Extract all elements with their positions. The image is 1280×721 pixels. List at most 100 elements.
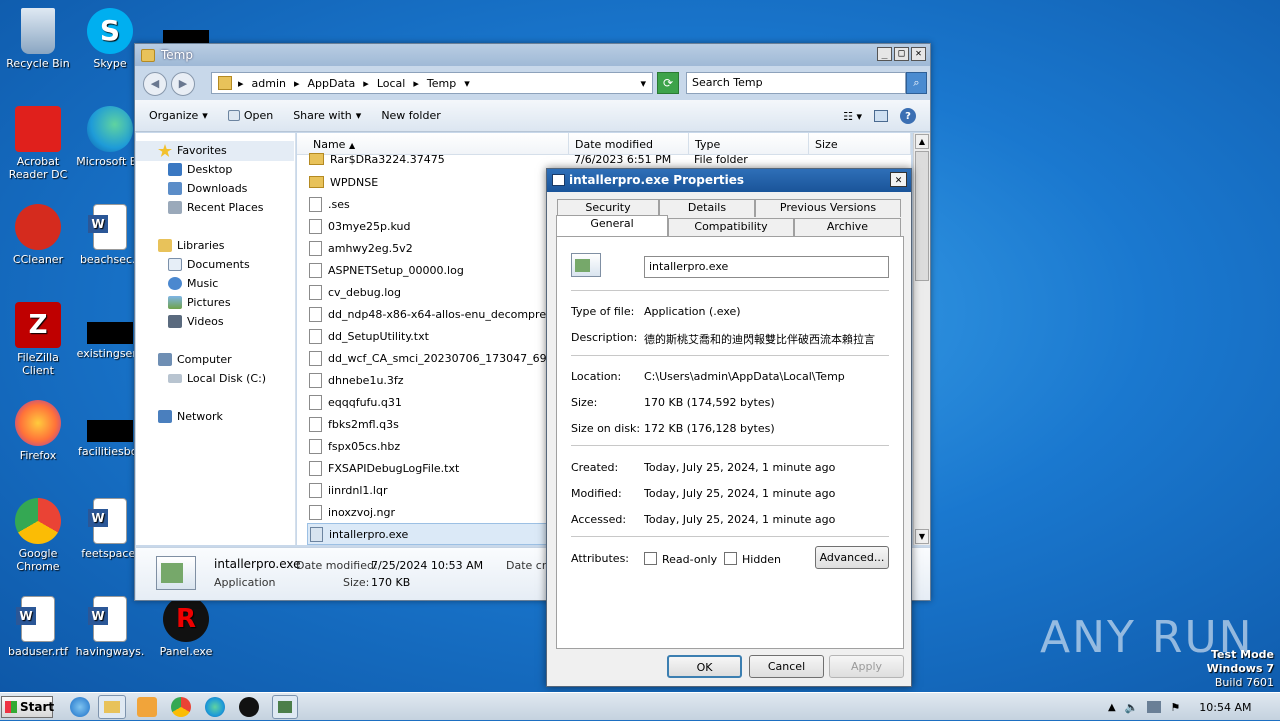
nav-network[interactable]: Network bbox=[158, 410, 223, 423]
address-bar[interactable]: ▸ admin ▸ AppData ▸ Local ▸ Temp ▾ ▾ bbox=[211, 72, 653, 94]
new-folder-button[interactable]: New folder bbox=[381, 109, 440, 122]
edge-icon[interactable] bbox=[205, 697, 225, 717]
media-player-icon[interactable] bbox=[137, 697, 157, 717]
file-row[interactable]: amhwy2eg.5v2 bbox=[309, 237, 413, 259]
preview-pane-icon[interactable] bbox=[874, 110, 888, 122]
chrome-icon[interactable] bbox=[171, 697, 191, 717]
desktop-icon-panel-exe[interactable]: R Panel.exe bbox=[148, 596, 224, 658]
desktop-icon-recycle-bin[interactable]: Recycle Bin bbox=[0, 8, 76, 70]
forward-button[interactable]: ▶ bbox=[171, 72, 195, 96]
file-row[interactable]: fbks2mfl.q3s bbox=[309, 413, 399, 435]
scroll-up-icon[interactable]: ▲ bbox=[915, 134, 929, 149]
file-row[interactable]: dd_wcf_CA_smci_20230706_173047_693.txt bbox=[309, 347, 572, 369]
file-row[interactable]: eqqqfufu.q31 bbox=[309, 391, 402, 413]
speaker-icon[interactable]: 🔈 bbox=[1125, 701, 1139, 714]
tray-expand-icon[interactable]: ▲ bbox=[1108, 702, 1116, 713]
hidden-checkbox[interactable] bbox=[724, 552, 737, 565]
desktop-icon-baduser[interactable]: W baduser.rtf bbox=[0, 596, 76, 658]
organize-label: Organize bbox=[149, 109, 199, 122]
desktop-icon-havingways[interactable]: W havingways. bbox=[72, 596, 148, 658]
minimize-button[interactable]: _ bbox=[877, 47, 892, 61]
breadcrumb-local[interactable]: Local bbox=[377, 77, 406, 90]
file-icon bbox=[309, 350, 322, 366]
nav-desktop[interactable]: Desktop bbox=[168, 163, 232, 176]
file-row[interactable]: 03mye25p.kud bbox=[309, 215, 410, 237]
properties-taskbar-button[interactable] bbox=[272, 695, 298, 719]
file-row[interactable]: Rar$DRa3224.37475 7/6/2023 6:51 PM File … bbox=[309, 151, 748, 167]
nav-computer[interactable]: Computer bbox=[158, 353, 232, 366]
organize-button[interactable]: Organize ▾ bbox=[149, 109, 208, 122]
file-row[interactable]: ASPNETSetup_00000.log bbox=[309, 259, 464, 281]
column-size[interactable]: Size bbox=[809, 133, 911, 155]
breadcrumb-temp[interactable]: Temp bbox=[427, 77, 456, 90]
tab-compatibility[interactable]: Compatibility bbox=[668, 218, 794, 236]
nav-documents[interactable]: Documents bbox=[168, 258, 250, 271]
file-row[interactable]: fspx05cs.hbz bbox=[309, 435, 400, 457]
file-row[interactable]: iinrdnl1.lqr bbox=[309, 479, 387, 501]
clock[interactable]: 10:54 AM bbox=[1199, 701, 1251, 714]
network-tray-icon[interactable] bbox=[1147, 701, 1162, 713]
nav-videos[interactable]: Videos bbox=[168, 315, 224, 328]
details-type: Application bbox=[214, 576, 276, 589]
tab-previous-versions[interactable]: Previous Versions bbox=[755, 199, 901, 217]
share-with-button[interactable]: Share with ▾ bbox=[293, 109, 361, 122]
file-list-scrollbar[interactable]: ▲ ▼ bbox=[913, 133, 930, 545]
panel-exe-icon[interactable] bbox=[239, 697, 259, 717]
file-row[interactable]: WPDNSE bbox=[309, 171, 378, 193]
address-dropdown-icon[interactable]: ▾ bbox=[640, 77, 646, 90]
view-options-icon[interactable]: ☷ ▾ bbox=[843, 110, 862, 123]
tab-general[interactable]: General bbox=[556, 215, 668, 236]
breadcrumb-admin[interactable]: admin bbox=[252, 77, 286, 90]
desktop-icon-chrome[interactable]: Google Chrome bbox=[0, 498, 76, 573]
file-row[interactable]: cv_debug.log bbox=[309, 281, 401, 303]
file-row[interactable]: inoxzvoj.ngr bbox=[309, 501, 395, 523]
desktop-icon-ccleaner[interactable]: CCleaner bbox=[0, 204, 76, 266]
nav-downloads[interactable]: Downloads bbox=[168, 182, 247, 195]
refresh-button[interactable]: ⟳ bbox=[657, 72, 679, 94]
nav-music[interactable]: Music bbox=[168, 277, 218, 290]
file-row[interactable]: dd_ndp48-x86-x64-allos-enu_decompression bbox=[309, 303, 574, 325]
advanced-button[interactable]: Advanced... bbox=[815, 546, 889, 569]
close-button[interactable]: ✕ bbox=[890, 172, 907, 187]
cancel-button[interactable]: Cancel bbox=[749, 655, 824, 678]
tab-details[interactable]: Details bbox=[659, 199, 755, 217]
location-label: Location: bbox=[571, 370, 622, 383]
ie-icon[interactable] bbox=[70, 697, 90, 717]
explorer-taskbar-button[interactable] bbox=[98, 695, 126, 719]
breadcrumb-appdata[interactable]: AppData bbox=[308, 77, 356, 90]
search-input[interactable]: Search Temp bbox=[686, 72, 906, 94]
start-button[interactable]: Start bbox=[1, 696, 54, 718]
nav-local-disk[interactable]: Local Disk (C:) bbox=[168, 372, 266, 385]
back-button[interactable]: ◀ bbox=[143, 72, 167, 96]
file-row[interactable]: intallerpro.exe bbox=[307, 523, 547, 545]
app-icon bbox=[227, 110, 240, 121]
readonly-checkbox[interactable] bbox=[644, 552, 657, 565]
desktop-icon-filezilla[interactable]: Z FileZilla Client bbox=[0, 302, 76, 377]
file-row[interactable]: FXSAPIDebugLogFile.txt bbox=[309, 457, 459, 479]
ok-button[interactable]: OK bbox=[667, 655, 742, 678]
chevron-down-icon[interactable]: ▾ bbox=[464, 77, 470, 90]
tab-archive[interactable]: Archive bbox=[794, 218, 901, 236]
nav-recent-places[interactable]: Recent Places bbox=[168, 201, 264, 214]
filename-field[interactable]: intallerpro.exe bbox=[644, 256, 889, 278]
action-center-flag-icon[interactable]: ⚑ bbox=[1170, 701, 1180, 714]
properties-titlebar[interactable]: intallerpro.exe Properties ✕ bbox=[547, 169, 911, 192]
search-icon[interactable]: ⌕ bbox=[906, 72, 927, 94]
scroll-thumb[interactable] bbox=[915, 151, 929, 281]
file-row[interactable]: dd_SetupUtility.txt bbox=[309, 325, 429, 347]
explorer-titlebar[interactable]: Temp bbox=[135, 44, 930, 66]
file-row[interactable]: dhnebe1u.3fz bbox=[309, 369, 404, 391]
nav-pictures[interactable]: Pictures bbox=[168, 296, 231, 309]
close-button[interactable]: ✕ bbox=[911, 47, 926, 61]
acrobat-icon bbox=[15, 106, 61, 152]
file-row[interactable]: .ses bbox=[309, 193, 350, 215]
open-button[interactable]: Open bbox=[227, 109, 273, 122]
nav-libraries[interactable]: Libraries bbox=[158, 239, 225, 252]
maximize-button[interactable]: □ bbox=[894, 47, 909, 61]
help-icon[interactable]: ? bbox=[900, 108, 916, 124]
scroll-down-icon[interactable]: ▼ bbox=[915, 529, 929, 544]
apply-button[interactable]: Apply bbox=[829, 655, 904, 678]
desktop-icon-firefox[interactable]: Firefox bbox=[0, 400, 76, 462]
nav-favorites[interactable]: Favorites bbox=[158, 144, 227, 157]
desktop-icon-acrobat[interactable]: Acrobat Reader DC bbox=[0, 106, 76, 181]
